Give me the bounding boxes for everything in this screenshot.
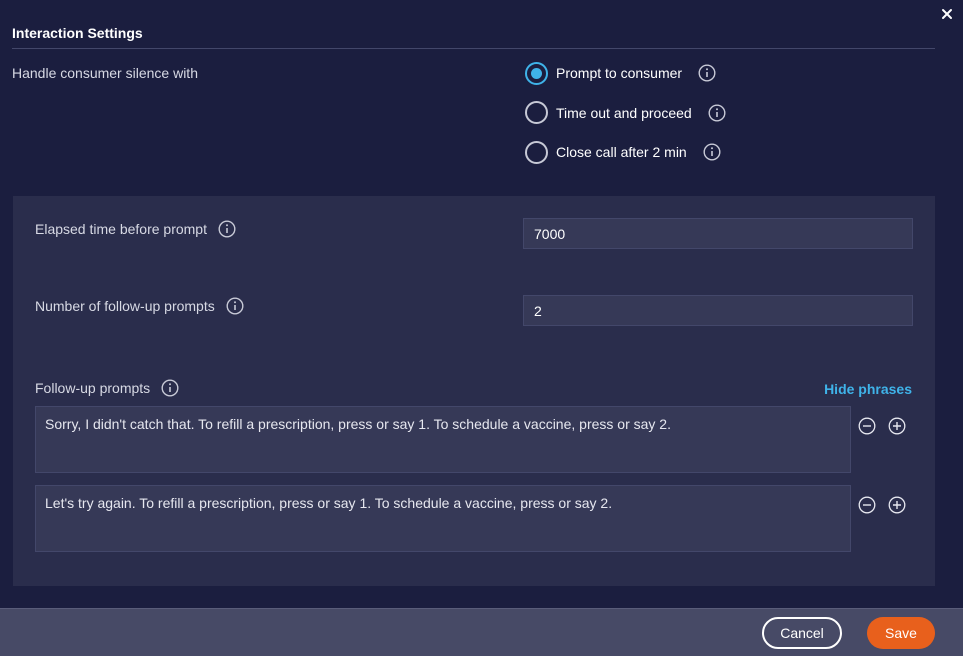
- silence-handling-label: Handle consumer silence with: [12, 65, 198, 81]
- info-icon[interactable]: [226, 297, 244, 315]
- close-button[interactable]: [939, 6, 955, 22]
- prompt-settings-panel: Elapsed time before prompt 7000 Number o…: [13, 196, 935, 586]
- elapsed-time-label: Elapsed time before prompt: [35, 221, 207, 237]
- hide-phrases-link[interactable]: Hide phrases: [824, 381, 912, 397]
- followup-prompts-label: Follow-up prompts: [35, 380, 151, 396]
- info-icon[interactable]: [161, 379, 179, 397]
- prompt-actions: [858, 417, 906, 435]
- elapsed-time-label-row: Elapsed time before prompt: [35, 220, 236, 238]
- minus-circle-icon: [858, 417, 876, 435]
- elapsed-time-input[interactable]: 7000: [523, 218, 913, 249]
- radio-button[interactable]: [525, 140, 548, 164]
- close-icon: [939, 6, 955, 22]
- interaction-settings-dialog: Interaction Settings Handle consumer sil…: [0, 0, 963, 656]
- cancel-button[interactable]: Cancel: [762, 617, 842, 649]
- add-prompt-button[interactable]: [888, 496, 906, 514]
- radio-label: Prompt to consumer: [556, 65, 683, 81]
- remove-prompt-button[interactable]: [858, 496, 876, 514]
- followup-prompt-input[interactable]: Sorry, I didn't catch that. To refill a …: [35, 406, 851, 473]
- plus-circle-icon: [888, 417, 906, 435]
- radio-button[interactable]: [525, 101, 548, 124]
- radio-button-selected[interactable]: [525, 61, 548, 85]
- followup-count-input[interactable]: 2: [523, 295, 913, 326]
- silence-handling-radio-group: Prompt to consumer Time out and proceed …: [525, 61, 726, 180]
- minus-circle-icon: [858, 496, 876, 514]
- plus-circle-icon: [888, 496, 906, 514]
- followup-count-label: Number of follow-up prompts: [35, 298, 215, 314]
- radio-option-time-out-and-proceed[interactable]: Time out and proceed: [525, 101, 726, 125]
- followup-prompt-input[interactable]: Let's try again. To refill a prescriptio…: [35, 485, 851, 552]
- dialog-footer: Cancel Save: [0, 608, 963, 656]
- add-prompt-button[interactable]: [888, 417, 906, 435]
- dialog-title: Interaction Settings: [12, 25, 143, 41]
- save-button[interactable]: Save: [867, 617, 935, 649]
- info-icon[interactable]: [708, 103, 726, 122]
- radio-option-close-call[interactable]: Close call after 2 min: [525, 140, 726, 164]
- info-icon[interactable]: [703, 143, 721, 161]
- title-divider: [12, 48, 935, 49]
- followup-prompts-label-row: Follow-up prompts: [35, 379, 179, 397]
- radio-label: Close call after 2 min: [556, 144, 687, 160]
- radio-label: Time out and proceed: [556, 104, 692, 121]
- followup-count-label-row: Number of follow-up prompts: [35, 297, 244, 315]
- radio-option-prompt-to-consumer[interactable]: Prompt to consumer: [525, 61, 726, 85]
- prompt-actions: [858, 496, 906, 514]
- remove-prompt-button[interactable]: [858, 417, 876, 435]
- info-icon[interactable]: [218, 220, 236, 238]
- info-icon[interactable]: [698, 64, 716, 82]
